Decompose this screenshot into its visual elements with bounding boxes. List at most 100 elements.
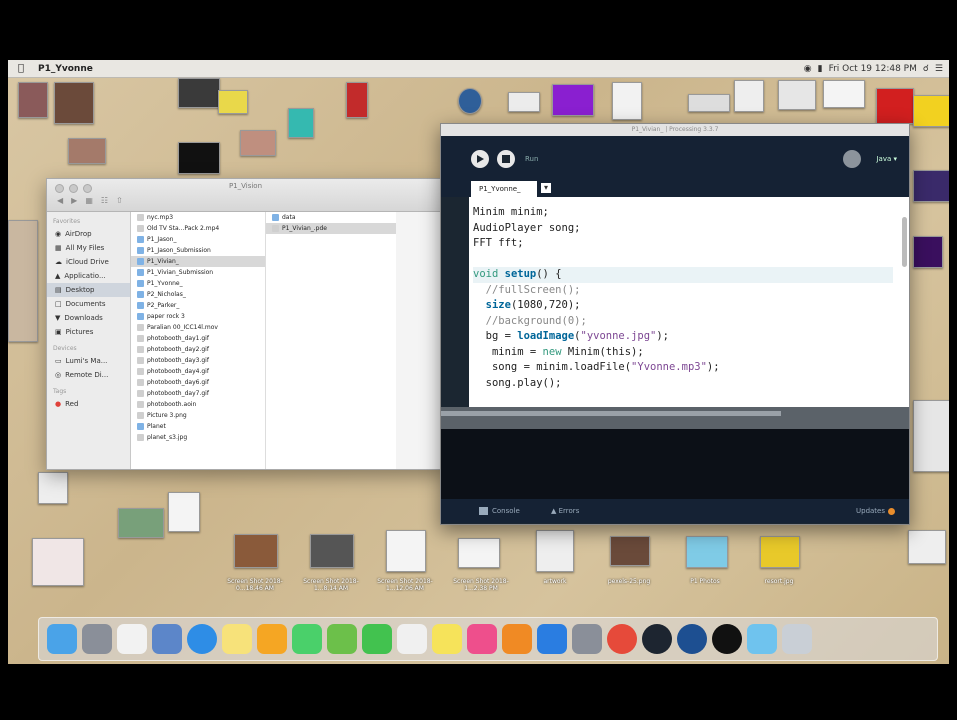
desktop-thumbnail[interactable] [612, 82, 642, 120]
sidebar-item-all-files[interactable]: ▦ All My Files [47, 241, 130, 255]
errors-tab[interactable]: ▲ Errors [551, 507, 579, 515]
file-row[interactable]: photobooth.aoin [131, 399, 265, 410]
file-row[interactable]: planet_s3.jpg [131, 432, 265, 443]
reminders-icon[interactable] [397, 624, 427, 654]
mode-selector[interactable]: Java ▾ [876, 155, 897, 163]
desktop-thumbnail[interactable] [458, 538, 500, 568]
desktop-thumbnail[interactable] [178, 78, 220, 108]
file-row[interactable]: photobooth_day6.gif [131, 377, 265, 388]
desktop-thumbnail[interactable] [168, 492, 200, 532]
code-line[interactable]: bg = loadImage("yvonne.jpg"); [473, 329, 893, 345]
desktop-thumbnail[interactable] [346, 82, 368, 118]
facetime-icon[interactable] [362, 624, 392, 654]
sidebar-item-laptop[interactable]: ▭ Lumi's Ma... [47, 354, 130, 368]
forward-icon[interactable]: ▶ [71, 196, 77, 205]
code-line[interactable]: void setup() { [473, 267, 893, 283]
system-prefs-icon[interactable] [572, 624, 602, 654]
file-row[interactable]: photobooth_day1.gif [131, 333, 265, 344]
arrange-icon[interactable]: ☷ [101, 196, 108, 205]
sidebar-item-applications[interactable]: ▲ Applicatio... [47, 269, 130, 283]
desktop-thumbnail[interactable] [310, 534, 354, 568]
desktop-thumbnail[interactable] [610, 536, 650, 566]
code-line[interactable]: song = minim.loadFile("Yvonne.mp3"); [473, 360, 893, 376]
scroll-thumb[interactable] [441, 411, 781, 416]
file-row[interactable]: Planet [131, 421, 265, 432]
desktop-thumbnail[interactable] [913, 170, 949, 202]
sidebar-item-desktop[interactable]: ▤ Desktop [47, 283, 130, 297]
file-row[interactable]: P1_Jason_Submission [131, 245, 265, 256]
clock[interactable]: Fri Oct 19 12:48 PM [829, 64, 917, 74]
desktop-thumbnail[interactable] [218, 90, 248, 114]
sidebar-item-downloads[interactable]: ▼ Downloads [47, 311, 130, 325]
calendar-icon[interactable] [117, 624, 147, 654]
tab-menu-arrow-icon[interactable]: ▾ [541, 183, 551, 193]
file-row[interactable]: Old TV Sta...Pack 2.mp4 [131, 223, 265, 234]
sidebar-item-tag-red[interactable]: ● Red [47, 397, 130, 411]
desktop-thumbnail[interactable] [913, 95, 949, 127]
code-line[interactable]: //background(0); [473, 314, 893, 330]
file-row[interactable]: P1_Yvonne_ [131, 278, 265, 289]
desktop-thumbnail[interactable] [288, 108, 314, 138]
desktop-thumbnail[interactable] [18, 82, 48, 118]
desktop-thumbnail[interactable] [178, 142, 220, 174]
code-line[interactable]: //fullScreen(); [473, 283, 893, 299]
desktop-thumbnail[interactable] [38, 472, 68, 504]
finder-icon[interactable] [47, 624, 77, 654]
editor-scrollbar[interactable] [902, 217, 907, 267]
trash-icon[interactable] [782, 624, 812, 654]
code-line[interactable]: song.play(); [473, 376, 893, 392]
sidebar-item-remote-disc[interactable]: ◎ Remote Di... [47, 368, 130, 382]
photos-icon[interactable] [257, 624, 287, 654]
safari-icon[interactable] [187, 624, 217, 654]
stickies-icon[interactable] [432, 624, 462, 654]
wifi-icon[interactable]: ◉ [804, 64, 812, 74]
file-row[interactable]: P2_Parker_ [131, 300, 265, 311]
share-icon[interactable]: ⇧ [116, 196, 123, 205]
code-line[interactable]: minim = new Minim(this); [473, 345, 893, 361]
desktop-thumbnail[interactable] [8, 220, 38, 342]
debug-icon[interactable] [843, 150, 861, 168]
quicktime-icon[interactable] [677, 624, 707, 654]
sidebar-item-documents[interactable]: □ Documents [47, 297, 130, 311]
desktop-thumbnail[interactable] [234, 534, 278, 568]
file-row[interactable]: photobooth_day3.gif [131, 355, 265, 366]
desktop-thumbnail[interactable] [118, 508, 164, 538]
run-button[interactable] [471, 150, 489, 168]
file-row[interactable]: P1_Jason_ [131, 234, 265, 245]
messages-icon[interactable] [292, 624, 322, 654]
apple-icon[interactable]:  [18, 63, 28, 74]
maps-icon[interactable] [327, 624, 357, 654]
sidebar-item-pictures[interactable]: ▣ Pictures [47, 325, 130, 339]
desktop-thumbnail[interactable] [823, 80, 865, 108]
stop-button[interactable] [497, 150, 515, 168]
file-row[interactable]: nyc.mp3 [131, 212, 265, 223]
code-line[interactable]: FFT fft; [473, 236, 893, 252]
file-row[interactable]: P1_Vivian_.pde [266, 223, 396, 234]
desktop-thumbnail[interactable] [68, 138, 106, 164]
view-icon[interactable]: ▦ [85, 196, 93, 205]
itunes-icon[interactable] [467, 624, 497, 654]
desktop-thumbnail[interactable] [913, 236, 943, 268]
file-row[interactable]: photobooth_day7.gif [131, 388, 265, 399]
battery-icon[interactable]: ▮ [818, 64, 823, 74]
file-row[interactable]: paper rock 3 [131, 311, 265, 322]
console-tab[interactable]: Console [479, 507, 520, 515]
desktop-thumbnail[interactable] [876, 88, 914, 124]
updates-indicator[interactable]: Updates [856, 507, 895, 515]
desktop-thumbnail[interactable] [686, 536, 728, 568]
app-name[interactable]: P1_Yvonne [38, 64, 93, 74]
file-row[interactable]: P1_Vivian_ [131, 256, 265, 267]
desktop-thumbnail[interactable] [240, 130, 276, 156]
desktop-thumbnail[interactable] [760, 536, 800, 568]
launchpad-icon[interactable] [82, 624, 112, 654]
sidebar-item-icloud[interactable]: ☁ iCloud Drive [47, 255, 130, 269]
desktop-thumbnail[interactable] [734, 80, 764, 112]
desktop-thumbnail[interactable] [386, 530, 426, 572]
horizontal-scrollbar[interactable] [441, 407, 909, 429]
desktop-thumbnail[interactable] [32, 538, 84, 586]
tab-sketch[interactable]: P1_Yvonne_ [471, 181, 537, 197]
desktop-thumbnail[interactable] [536, 530, 574, 572]
code-editor[interactable]: Minim minim; AudioPlayer song; FFT fft; vo… [441, 197, 909, 407]
obs-icon[interactable] [712, 624, 742, 654]
ibooks-icon[interactable] [502, 624, 532, 654]
